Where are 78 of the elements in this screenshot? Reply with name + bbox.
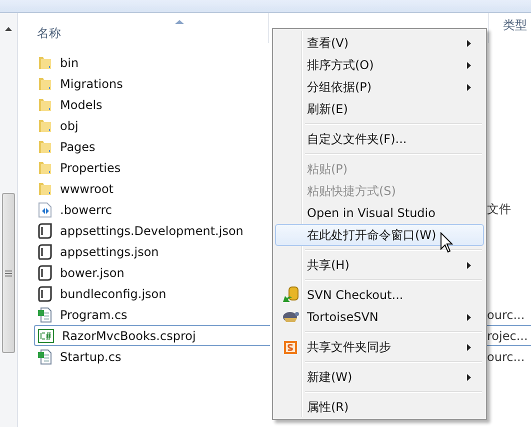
script-file-icon (38, 286, 52, 302)
menu-item[interactable]: Open in Visual Studio (275, 202, 484, 224)
menu-item[interactable]: 在此处打开命令窗口(W) (275, 224, 484, 246)
file-type: ourc... (487, 306, 526, 324)
file-name: bin (60, 56, 79, 70)
menu-item[interactable]: SVN Checkout... (275, 284, 484, 306)
file-row[interactable]: bundleconfig.json (34, 283, 270, 304)
file-row[interactable]: Migrations (34, 73, 270, 94)
file-row[interactable]: obj (34, 115, 270, 136)
menu-item[interactable]: 共享(H) (275, 254, 484, 276)
file-name: bundleconfig.json (60, 286, 166, 300)
script-file-icon (38, 264, 52, 280)
folder-icon (38, 55, 52, 70)
file-row[interactable]: bin (34, 52, 270, 73)
file-row[interactable]: Models (34, 94, 270, 115)
scroll-up-icon[interactable] (5, 27, 12, 31)
file-name: appsettings.json (60, 244, 159, 258)
file-row[interactable]: Startup.cs (34, 346, 270, 367)
menu-item[interactable]: 查看(V) (275, 32, 484, 54)
grip-icon (5, 270, 12, 276)
scrollbar[interactable] (0, 13, 18, 427)
menu-item[interactable]: 排序方式(O) (275, 54, 484, 76)
menu-item[interactable]: 共享文件夹同步 (275, 336, 484, 358)
submenu-arrow-icon (467, 62, 471, 68)
code-file-icon (38, 306, 52, 322)
submenu-arrow-icon (467, 314, 471, 320)
folder-icon (38, 139, 52, 154)
file-type: ourc... (487, 348, 526, 366)
menu-item[interactable]: 新建(W) (275, 366, 484, 388)
submenu-arrow-icon (467, 40, 471, 46)
file-row[interactable]: wwwroot (34, 178, 270, 199)
file-name: wwwroot (60, 182, 114, 196)
file-row[interactable]: Pages (34, 136, 270, 157)
code-file-icon (38, 202, 52, 218)
file-row[interactable]: bower.json (34, 262, 270, 283)
file-name: .bowerrc (60, 202, 112, 216)
script-file-icon (38, 244, 52, 260)
menu-item[interactable]: 分组依据(P) (275, 76, 484, 98)
file-name: RazorMvcBooks.csproj (62, 328, 196, 342)
script-file-icon (38, 222, 52, 238)
file-row[interactable]: Properties (34, 157, 270, 178)
code-file-icon (38, 348, 52, 364)
file-row[interactable]: RazorMvcBooks.csproj (34, 325, 270, 346)
folder-icon (38, 160, 52, 175)
file-name: appsettings.Development.json (60, 224, 244, 238)
file-name: Models (60, 98, 102, 112)
column-header[interactable]: 类型 (503, 17, 527, 34)
menu-item[interactable]: TortoiseSVN (275, 306, 484, 328)
file-name: Migrations (60, 76, 123, 90)
folder-icon (38, 118, 52, 133)
submenu-arrow-icon (467, 374, 471, 380)
folder-icon (38, 97, 52, 112)
folder-icon (38, 181, 52, 196)
file-name: bower.json (60, 266, 124, 280)
menu-item[interactable]: 自定义文件夹(F)... (275, 128, 484, 150)
file-name: Properties (60, 160, 121, 174)
file-name: Pages (60, 140, 96, 154)
file-row[interactable]: appsettings.json (34, 241, 270, 262)
file-name: Startup.cs (60, 350, 122, 364)
submenu-arrow-icon (467, 262, 471, 268)
file-type: 文件 (487, 201, 512, 218)
file-row[interactable]: .bowerrc (34, 199, 270, 220)
sort-icon (175, 20, 184, 24)
turtle-icon (282, 310, 300, 324)
project-file-icon (38, 328, 54, 342)
sync-app-icon (284, 340, 297, 354)
file-name: Program.cs (60, 308, 128, 322)
submenu-arrow-icon (467, 344, 471, 350)
column-header[interactable]: 名称 (37, 25, 61, 42)
file-row[interactable]: Program.cs (34, 304, 270, 325)
file-name: obj (60, 118, 78, 132)
menu-item[interactable]: 刷新(E) (275, 98, 484, 120)
file-row[interactable]: appsettings.Development.json (34, 220, 270, 241)
checkout-icon (282, 286, 300, 304)
scroll-thumb[interactable] (2, 193, 15, 353)
submenu-arrow-icon (467, 84, 471, 90)
menu-item[interactable]: 属性(R) (275, 396, 484, 418)
folder-icon (38, 76, 52, 91)
